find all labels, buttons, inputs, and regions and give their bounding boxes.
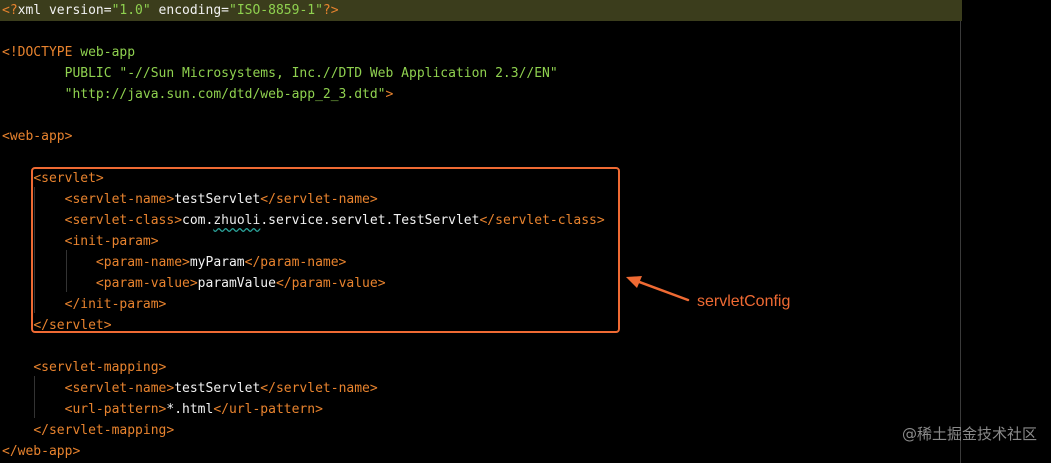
string-token: "-//Sun Microsystems, Inc.//DTD Web Appl… xyxy=(119,66,558,81)
right-margin-guide xyxy=(960,0,961,463)
string-token: web-app xyxy=(72,45,136,60)
xml-tag-token: > xyxy=(385,87,394,102)
code-line: <servlet-mapping> xyxy=(0,357,166,378)
text-token: xml version= xyxy=(17,3,112,18)
servlet-highlight-box xyxy=(31,167,620,333)
annotation-label: servletConfig xyxy=(697,293,791,310)
string-token: "ISO-8859-1" xyxy=(229,3,323,18)
xml-tag-token: <web-app> xyxy=(2,129,73,144)
xml-tag-token: <!DOCTYPE xyxy=(2,45,73,60)
code-line: <web-app> xyxy=(0,126,72,147)
code-line: <?xml version="1.0" encoding="ISO-8859-1… xyxy=(0,0,962,21)
xml-tag-token: </web-app> xyxy=(2,444,81,459)
xml-tag-token: <? xyxy=(2,3,18,18)
code-line: <!DOCTYPE web-app xyxy=(0,42,135,63)
xml-tag-token: ?> xyxy=(322,3,339,18)
indent-guide xyxy=(34,376,35,418)
xml-tag-token: <servlet-name> xyxy=(64,381,175,396)
code-line: <servlet-name>testServlet</servlet-name> xyxy=(0,378,378,399)
xml-tag-token: <url-pattern> xyxy=(64,402,167,417)
annotation-arrow-icon xyxy=(626,276,690,302)
xml-tag-token: <servlet-mapping> xyxy=(33,360,167,375)
string-token: PUBLIC xyxy=(2,66,120,81)
code-line: <url-pattern>*.html</url-pattern> xyxy=(0,399,323,420)
code-line: </web-app> xyxy=(0,441,80,462)
code-line: "http://java.sun.com/dtd/web-app_2_3.dtd… xyxy=(0,84,394,105)
xml-tag-token: </url-pattern> xyxy=(213,402,323,417)
xml-tag-token: </servlet-name> xyxy=(260,381,378,396)
watermark: @稀土掘金技术社区 xyxy=(901,425,1037,443)
xml-tag-token: </servlet-mapping> xyxy=(33,423,175,438)
text-token: testServlet xyxy=(174,381,261,396)
text-token: encoding= xyxy=(150,3,229,18)
text-token: *.html xyxy=(166,402,214,417)
string-token: "1.0" xyxy=(111,3,151,18)
code-line: </servlet-mapping> xyxy=(0,420,174,441)
string-token: "http://java.sun.com/dtd/web-app_2_3.dtd… xyxy=(2,87,386,102)
code-line: PUBLIC "-//Sun Microsystems, Inc.//DTD W… xyxy=(0,63,558,84)
